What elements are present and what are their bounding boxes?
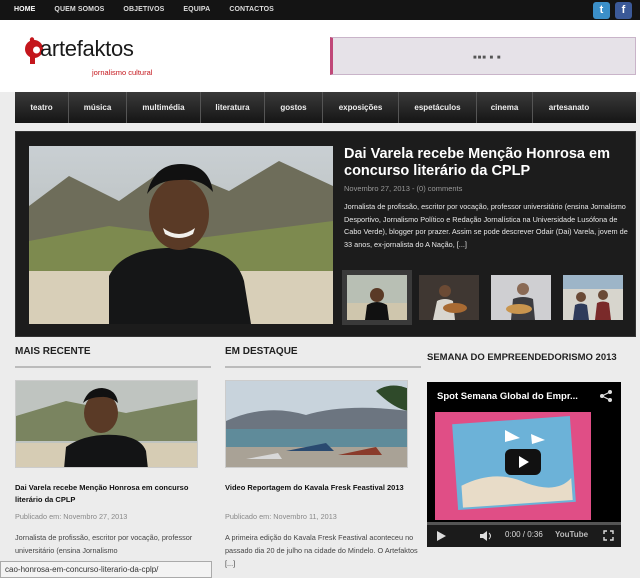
site-logo[interactable]: artefaktos <box>40 36 134 62</box>
menu-artesanato[interactable]: artesanato <box>533 92 605 123</box>
recent-post-image[interactable] <box>15 380 198 468</box>
topnav-home[interactable]: HOME <box>14 0 35 20</box>
ad-banner[interactable]: ■■■ ■ ■ <box>330 37 636 75</box>
menu-teatro[interactable]: teatro <box>15 92 69 123</box>
slider-thumbnails <box>342 270 632 325</box>
video-controls: 0:00 / 0:36 YouTube <box>427 522 621 547</box>
featured-image[interactable] <box>29 146 333 324</box>
fullscreen-icon[interactable] <box>603 530 614 541</box>
highlight-post-image[interactable] <box>225 380 408 468</box>
play-control-icon[interactable] <box>435 530 447 542</box>
highlight-heading-label: EM DESTAQUE <box>225 346 298 357</box>
featured-excerpt: Jornalista de profissão, escritor por vo… <box>344 202 628 249</box>
recent-post-date: Publicado em: Novembro 27, 2013 <box>15 512 128 521</box>
youtube-logo[interactable]: YouTube <box>555 530 588 539</box>
volume-icon[interactable] <box>479 530 493 542</box>
top-nav: HOME QUEM SOMOS OBJETIVOS EQUIPA CONTACT… <box>14 0 293 20</box>
slider-thumb-2[interactable] <box>414 270 484 325</box>
recent-heading: MAIS RECENTE <box>15 346 211 368</box>
video-time: 0:00 / 0:36 <box>505 530 543 539</box>
browser-status-bar: cao-honrosa-em-concurso-literario-da-cpl… <box>0 561 212 578</box>
top-bar: HOME QUEM SOMOS OBJETIVOS EQUIPA CONTACT… <box>0 0 640 20</box>
site-tagline: jornalismo cultural <box>92 68 153 77</box>
menu-literatura[interactable]: literatura <box>201 92 265 123</box>
topnav-quem-somos[interactable]: QUEM SOMOS <box>54 0 104 20</box>
recent-post-title[interactable]: Dai Varela recebe Menção Honrosa em conc… <box>15 482 211 506</box>
highlight-heading: EM DESTAQUE <box>225 346 421 368</box>
slider-thumb-3[interactable] <box>486 270 556 325</box>
topnav-contactos[interactable]: CONTACTOS <box>229 0 274 20</box>
video-title[interactable]: Spot Semana Global do Empr... <box>437 391 578 402</box>
category-menu: teatro música multimédia literatura gost… <box>15 92 636 123</box>
play-button[interactable] <box>505 449 541 475</box>
featured-title[interactable]: Dai Varela recebe Menção Honrosa em conc… <box>344 146 624 180</box>
featured-slider: Dai Varela recebe Menção Honrosa em conc… <box>15 131 636 337</box>
topnav-objetivos[interactable]: OBJETIVOS <box>123 0 164 20</box>
recent-heading-label: MAIS RECENTE <box>15 346 91 357</box>
ad-placeholder: ■■■ ■ ■ <box>473 55 502 61</box>
highlight-post-title[interactable]: Video Reportagem do Kavala Fresk Feastiv… <box>225 482 421 494</box>
topnav-equipa[interactable]: EQUIPA <box>183 0 210 20</box>
share-icon[interactable] <box>599 389 613 403</box>
video-progress-bar[interactable] <box>427 522 621 525</box>
slider-thumb-1[interactable] <box>342 270 412 325</box>
facebook-icon[interactable]: f <box>615 2 632 19</box>
menu-gostos[interactable]: gostos <box>265 92 323 123</box>
recent-post-excerpt: Jornalista de profissão, escritor por vo… <box>15 533 193 555</box>
video-player[interactable]: Spot Semana Global do Empr... 0:00 / 0:3… <box>427 382 621 547</box>
menu-cinema[interactable]: cinema <box>477 92 533 123</box>
menu-espetaculos[interactable]: espetáculos <box>399 92 477 123</box>
menu-musica[interactable]: música <box>69 92 127 123</box>
site-header: artefaktos jornalismo cultural ■■■ ■ ■ <box>0 20 640 92</box>
sidebar-heading: SEMANA DO EMPREENDEDORISMO 2013 <box>427 352 617 363</box>
menu-exposicoes[interactable]: exposições <box>323 92 399 123</box>
highlight-post-excerpt: A primeira edição do Kavala Fresk Feasti… <box>225 533 418 568</box>
featured-meta: Novembro 27, 2013 - (0) comments <box>344 184 463 193</box>
twitter-icon[interactable]: t <box>593 2 610 19</box>
menu-multimedia[interactable]: multimédia <box>127 92 201 123</box>
slider-thumb-4[interactable] <box>558 270 628 325</box>
highlight-post-date: Publicado em: Novembro 11, 2013 <box>225 512 337 521</box>
